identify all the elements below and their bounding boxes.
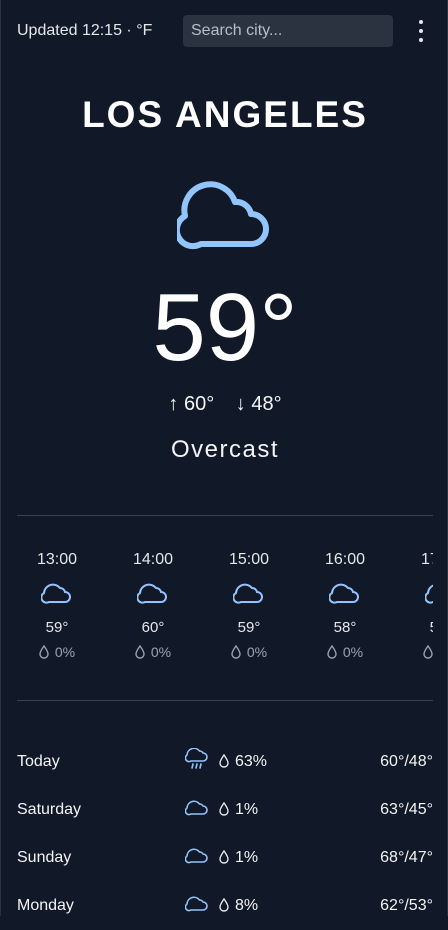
hour-temp: 58° <box>333 619 357 636</box>
hour-temp: 57° <box>401 619 433 636</box>
high-temperature: ↑ 60° <box>168 393 215 415</box>
hour-temp: 59° <box>237 619 261 636</box>
droplet-icon <box>231 644 241 659</box>
day-name: Sunday <box>17 849 72 866</box>
hour-precip: 0% <box>209 644 289 660</box>
droplet-icon <box>219 753 229 768</box>
hour-temp: 59° <box>45 619 69 636</box>
hourly-forecast[interactable]: 13:00 59° 0% 14:00 60° 0% 15:00 59° 0% 1… <box>17 540 433 680</box>
condition-text: Overcast <box>170 436 280 463</box>
cloud-icon <box>329 583 359 604</box>
hour-precip-value: 0% <box>150 644 172 660</box>
day-precip-value: 1% <box>235 849 259 866</box>
droplet-icon <box>423 644 433 659</box>
hour-precip: 0% <box>401 644 433 660</box>
day-precip: 1% <box>219 849 258 867</box>
day-temps: 68°/47° <box>380 849 433 866</box>
droplet-icon <box>219 801 229 816</box>
droplet-icon <box>219 849 229 864</box>
day-temps: 62°/53° <box>380 897 433 914</box>
droplet-icon <box>39 644 49 659</box>
hour-time: 13:00 <box>36 551 78 568</box>
hourly-item: 17:00 57° 0% <box>401 540 433 660</box>
droplet-icon <box>327 644 337 659</box>
daily-row[interactable]: Sunday 1% 68°/47° <box>17 834 433 882</box>
hourly-item: 16:00 58° 0% <box>305 540 385 660</box>
hour-time: 14:00 <box>132 551 174 568</box>
day-name: Saturday <box>17 801 82 818</box>
day-name: Monday <box>17 897 74 914</box>
cloud-icon <box>185 896 208 912</box>
droplet-icon <box>219 897 229 912</box>
cloud-icon <box>425 584 433 604</box>
high-low: ↑ 60° ↓ 48° <box>1 393 448 416</box>
hour-time: 16:00 <box>324 551 366 568</box>
cloud-icon <box>41 583 71 604</box>
more-options-icon[interactable] <box>411 20 431 42</box>
hour-precip: 0% <box>113 644 193 660</box>
current-temperature: 59° <box>152 274 298 381</box>
city-name: LOS ANGELES <box>82 94 368 135</box>
day-precip: 8% <box>219 897 258 915</box>
day-temps: 60°/48° <box>380 753 433 770</box>
day-precip-value: 1% <box>235 801 259 818</box>
low-temperature: ↓ 48° <box>235 393 282 415</box>
daily-row[interactable]: Saturday 1% 63°/45° <box>17 786 433 834</box>
divider <box>17 700 433 701</box>
hour-precip-value: 0% <box>54 644 76 660</box>
day-precip-value: 63% <box>235 753 268 770</box>
hourly-item: 15:00 59° 0% <box>209 540 289 660</box>
day-name: Today <box>17 753 60 770</box>
day-temps: 63°/45° <box>380 801 433 818</box>
day-precip: 1% <box>219 801 258 819</box>
cloud-icon <box>185 848 208 864</box>
hourly-item: 14:00 60° 0% <box>113 540 193 660</box>
cloud-rain-icon <box>185 748 208 769</box>
day-precip: 63% <box>219 753 267 771</box>
daily-row[interactable]: Monday 8% 62°/53° <box>17 882 433 930</box>
top-bar: Updated 12:15 · °F <box>1 0 448 62</box>
hour-precip: 0% <box>17 644 97 660</box>
hour-precip: 0% <box>305 644 385 660</box>
updated-status: Updated 12:15 · °F <box>17 22 153 39</box>
hour-time: 17:00 <box>420 551 433 568</box>
cloud-icon <box>233 583 263 604</box>
hour-temp: 60° <box>141 619 165 636</box>
hourly-item: 13:00 59° 0% <box>17 540 97 660</box>
hour-time: 15:00 <box>228 551 270 568</box>
cloud-icon <box>137 583 167 604</box>
hour-precip-value: 0% <box>342 644 364 660</box>
droplet-icon <box>135 644 145 659</box>
city-search-input[interactable] <box>183 15 393 47</box>
hour-precip-value: 0% <box>246 644 268 660</box>
divider <box>17 515 433 516</box>
day-precip-value: 8% <box>235 897 259 914</box>
daily-row[interactable]: Today 63% 60°/48° <box>17 738 433 786</box>
cloud-icon <box>185 800 208 816</box>
cloud-icon <box>177 181 269 250</box>
